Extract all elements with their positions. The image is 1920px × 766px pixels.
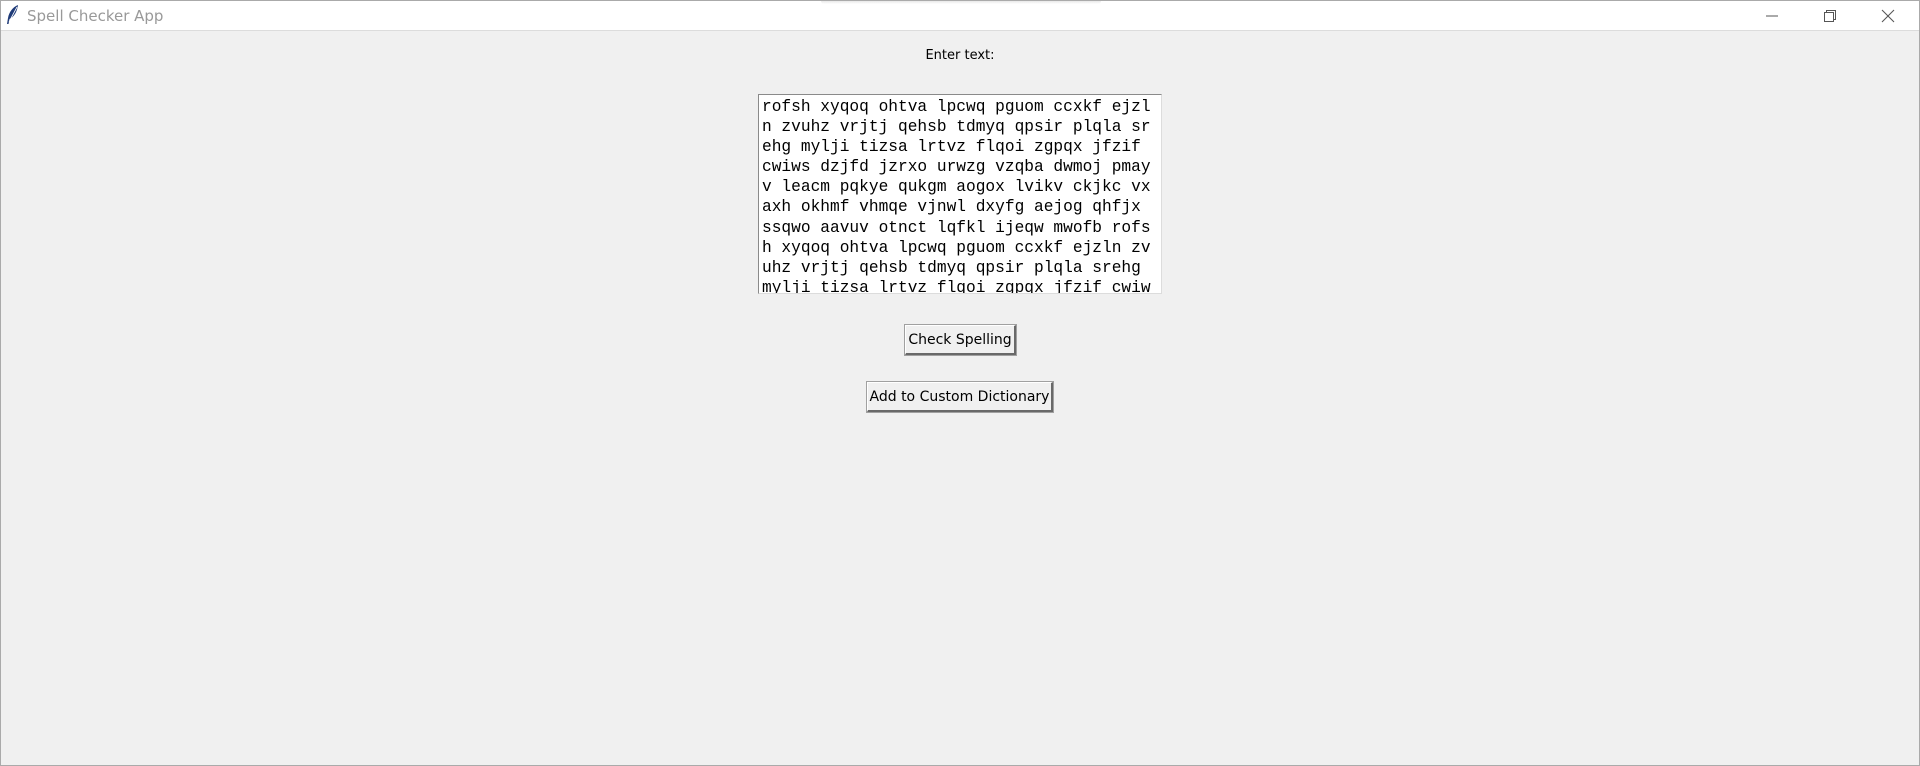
window-title: Spell Checker App (27, 7, 164, 25)
text-line: h xyqoq ohtva lpcwq pguom ccxkf ejzln zv (762, 238, 1151, 257)
restore-button[interactable] (1801, 1, 1859, 30)
text-line: axh okhmf vhmqe vjnwl dxyfg aejog qhfjx (762, 198, 1151, 217)
title-shadow (821, 1, 1101, 4)
text-line: mylji tizsa lrtvz flqoi zgpqx jfzif cwiw (762, 278, 1151, 294)
text-line: ehg mylji tizsa lrtvz flqoi zgpqx jfzif (762, 138, 1151, 157)
restore-icon (1824, 9, 1836, 22)
feather-icon (5, 4, 21, 26)
text-content[interactable]: rofsh xyqoq ohtva lpcwq pguom ccxkf ejzl… (759, 95, 1161, 294)
text-line: ssqwo aavuv otnct lqfkl ijeqw mwofb rofs (762, 218, 1151, 237)
close-icon (1881, 9, 1895, 23)
check-spelling-button[interactable]: Check Spelling (904, 324, 1017, 356)
main-content: Enter text: rofsh xyqoq ohtva lpcwq pguo… (1, 31, 1919, 765)
text-input-area[interactable]: rofsh xyqoq ohtva lpcwq pguom ccxkf ejzl… (758, 94, 1162, 294)
title-bar[interactable]: Spell Checker App (1, 1, 1919, 31)
close-button[interactable] (1859, 1, 1917, 30)
text-line: rofsh xyqoq ohtva lpcwq pguom ccxkf ejzl (762, 98, 1151, 116)
text-line: n zvuhz vrjtj qehsb tdmyq qpsir plqla sr (762, 118, 1151, 137)
minimize-button[interactable] (1743, 1, 1801, 30)
text-line: v leacm pqkye qukgm aogox lvikv ckjkc vx (762, 178, 1151, 197)
text-line: uhz vrjtj qehsb tdmyq qpsir plqla srehg (762, 258, 1151, 277)
app-window: Spell Checker App Enter text: rofsh xyqo… (0, 0, 1920, 766)
text-line: cwiws dzjfd jzrxo urwzg vzqba dwmoj pmay (762, 158, 1151, 177)
minimize-icon (1766, 10, 1778, 22)
add-to-dictionary-button[interactable]: Add to Custom Dictionary (866, 381, 1054, 413)
enter-text-label: Enter text: (925, 48, 995, 63)
